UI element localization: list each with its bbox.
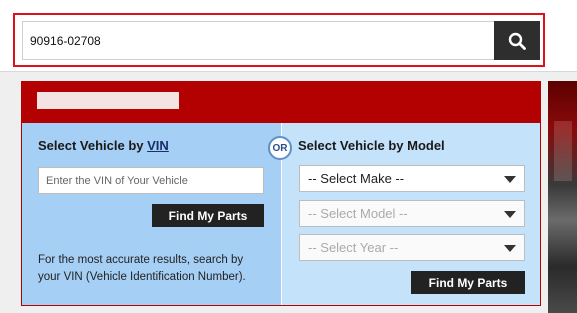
search-bar (13, 13, 545, 67)
or-divider-badge: OR (268, 136, 292, 160)
vehicle-photo (548, 81, 577, 313)
vin-find-parts-button[interactable]: Find My Parts (152, 204, 264, 227)
panel-header (22, 82, 540, 123)
model-select-value: -- Select Model -- (308, 206, 408, 221)
search-icon (508, 32, 526, 50)
chevron-down-icon (504, 245, 516, 252)
vin-help-text: For the most accurate results, search by… (38, 254, 246, 283)
make-select-value: -- Select Make -- (308, 171, 405, 186)
vin-input[interactable] (38, 167, 264, 194)
top-bar (0, 0, 577, 72)
panel-header-title-placeholder (37, 92, 179, 109)
vin-section-title: Select Vehicle by VIN (38, 138, 169, 153)
model-section-title: Select Vehicle by Model (298, 138, 445, 153)
chevron-down-icon (504, 211, 516, 218)
model-section: Select Vehicle by Model -- Select Make -… (281, 123, 540, 305)
vehicle-selector-panel: Select Vehicle by VIN Find My Parts For … (21, 81, 541, 306)
search-button[interactable] (494, 21, 540, 60)
year-select[interactable]: -- Select Year -- (299, 234, 525, 261)
vin-section: Select Vehicle by VIN Find My Parts For … (22, 123, 281, 305)
year-select-value: -- Select Year -- (308, 240, 399, 255)
make-select[interactable]: -- Select Make -- (299, 165, 525, 192)
model-select[interactable]: -- Select Model -- (299, 200, 525, 227)
vin-link[interactable]: VIN (147, 138, 169, 153)
part-number-search-input[interactable] (22, 21, 494, 60)
chevron-down-icon (504, 176, 516, 183)
model-find-parts-button[interactable]: Find My Parts (411, 271, 525, 294)
